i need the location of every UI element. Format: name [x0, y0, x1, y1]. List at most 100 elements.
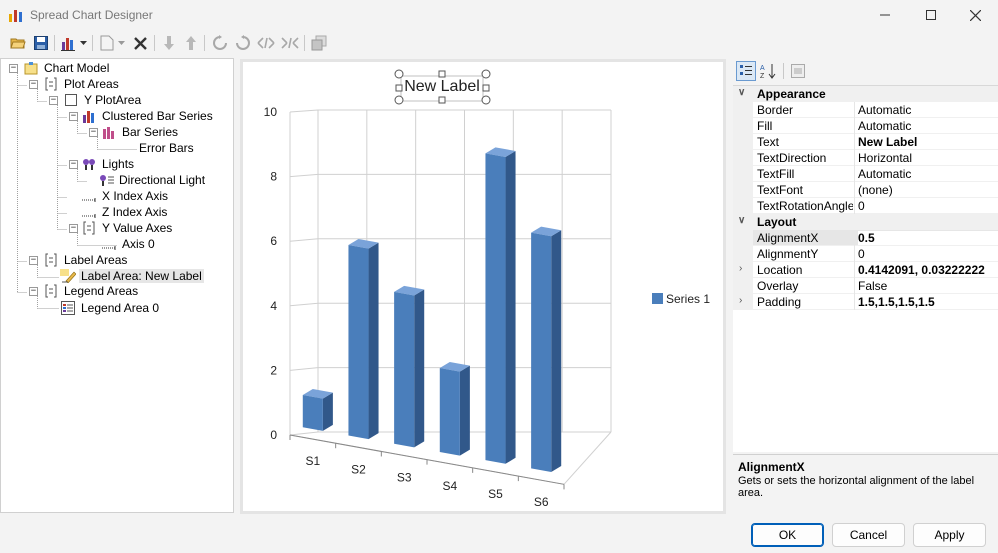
tree-item-directional-light[interactable]: Directional Light — [98, 172, 207, 188]
x-tick-label: S6 — [534, 495, 549, 509]
collection-icon — [43, 76, 59, 92]
y-tick-label: 6 — [270, 234, 277, 248]
resize-handle[interactable] — [481, 69, 491, 79]
resize-handle[interactable] — [394, 95, 404, 105]
categorized-icon[interactable] — [736, 61, 756, 81]
window-title: Spread Chart Designer — [30, 8, 153, 22]
property-description: AlignmentX Gets or sets the horizontal a… — [733, 454, 998, 513]
minimize-button[interactable] — [862, 0, 908, 30]
tree-item-z-index-axis[interactable]: Z Index Axis — [81, 204, 169, 220]
open-folder-icon[interactable] — [9, 34, 27, 52]
minimize-icon — [880, 14, 890, 16]
add-item-dropdown-icon[interactable] — [116, 34, 126, 52]
chart-type-dropdown-icon[interactable] — [78, 34, 88, 52]
chevron-down-icon[interactable]: ∨ — [738, 87, 745, 98]
tree-item-chart-model[interactable]: Chart Model — [23, 60, 111, 76]
expand-toggle[interactable]: − — [9, 64, 18, 73]
chart-legend[interactable]: Series 1 — [652, 292, 710, 306]
property-pages-icon[interactable] — [788, 61, 808, 81]
tree-item-lights[interactable]: Lights — [81, 156, 136, 172]
description-text: Gets or sets the horizontal alignment of… — [738, 475, 975, 499]
description-title: AlignmentX — [738, 460, 805, 474]
chevron-down-icon[interactable]: ∨ — [738, 215, 745, 226]
chart-model-icon — [23, 60, 39, 76]
expand-toggle[interactable]: − — [29, 80, 38, 89]
tree-item-y-plotarea[interactable]: Y PlotArea — [63, 92, 143, 108]
rotate-right-icon[interactable] — [234, 34, 252, 52]
x-tick-label: S4 — [442, 479, 457, 493]
prop-row-text[interactable]: Text New Label — [733, 134, 998, 150]
chart-title[interactable]: New Label — [394, 69, 491, 105]
rotate-left-icon[interactable] — [211, 34, 229, 52]
prop-row-location[interactable]: › Location 0.4142091, 0.03222222 — [733, 262, 998, 278]
expand-toggle[interactable]: − — [29, 287, 38, 296]
ok-button[interactable]: OK — [751, 523, 824, 547]
collection-icon — [43, 252, 59, 268]
chart-title-text[interactable]: New Label — [404, 78, 480, 95]
tree-item-legend-areas[interactable]: Legend Areas — [43, 283, 140, 299]
close-icon — [969, 9, 981, 21]
expand-toggle[interactable]: − — [69, 224, 78, 233]
close-button[interactable] — [952, 0, 998, 30]
prop-row-overlay[interactable]: Overlay False — [733, 278, 998, 294]
resize-handle[interactable] — [395, 84, 403, 92]
tree-item-bar-series[interactable]: Bar Series — [101, 124, 180, 140]
tree-item-label-area-new-label[interactable]: Label Area: New Label — [60, 268, 204, 284]
add-item-icon[interactable] — [98, 34, 116, 52]
resize-handle[interactable] — [482, 84, 490, 92]
y-tick-label: 8 — [270, 170, 277, 184]
elevation-left-icon[interactable] — [257, 34, 275, 52]
prop-row-text-rotation-angle[interactable]: TextRotationAngle 0 — [733, 198, 998, 214]
chevron-right-icon[interactable]: › — [739, 263, 742, 274]
alphabetical-sort-icon[interactable]: AZ — [759, 61, 779, 81]
prop-row-border[interactable]: Border Automatic — [733, 102, 998, 118]
tree-item-plot-areas[interactable]: Plot Areas — [43, 76, 121, 92]
expand-toggle[interactable]: − — [69, 112, 78, 121]
legend-icon — [60, 300, 76, 316]
prop-row-text-font[interactable]: TextFont (none) — [733, 182, 998, 198]
maximize-button[interactable] — [908, 0, 954, 30]
delete-icon[interactable] — [131, 34, 149, 52]
tree-item-y-value-axes[interactable]: Y Value Axes — [81, 220, 174, 236]
axis-icon — [81, 188, 97, 204]
move-down-icon[interactable] — [160, 34, 178, 52]
tree-item-label-areas[interactable]: Label Areas — [43, 252, 129, 268]
expand-toggle[interactable]: − — [89, 128, 98, 137]
property-toolbar: AZ — [733, 58, 998, 84]
chart-preview-panel[interactable]: S1 S2 S3 S4 S5 S6 0 2 4 6 8 10 New Label Series 1 — [240, 59, 726, 514]
prop-row-text-direction[interactable]: TextDirection Horizontal — [733, 150, 998, 166]
chart-type-icon[interactable] — [60, 34, 78, 52]
resize-handle[interactable] — [438, 70, 446, 78]
prop-row-text-fill[interactable]: TextFill Automatic — [733, 166, 998, 182]
tree-item-clustered-bar-series[interactable]: Clustered Bar Series — [81, 108, 215, 124]
clone-icon[interactable] — [310, 34, 328, 52]
move-up-icon[interactable] — [182, 34, 200, 52]
prop-row-alignment-y[interactable]: AlignmentY 0 — [733, 246, 998, 262]
chart-app-icon — [9, 10, 22, 22]
cancel-button[interactable]: Cancel — [832, 523, 905, 547]
expand-toggle[interactable]: − — [49, 96, 58, 105]
tree-item-error-bars[interactable]: Error Bars — [137, 140, 196, 156]
category-appearance[interactable]: ∨ Appearance — [733, 86, 998, 102]
expand-toggle[interactable]: − — [69, 160, 78, 169]
resize-handle[interactable] — [394, 69, 404, 79]
prop-row-alignment-x[interactable]: AlignmentX 0.5 — [733, 230, 998, 246]
expand-toggle[interactable]: − — [29, 256, 38, 265]
resize-handle[interactable] — [438, 96, 446, 104]
axis-icon — [101, 236, 117, 252]
tree-item-legend-area-0[interactable]: Legend Area 0 — [60, 300, 161, 316]
save-icon[interactable] — [32, 34, 50, 52]
y-tick-label: 2 — [270, 363, 277, 377]
bar — [394, 285, 425, 448]
prop-row-padding[interactable]: › Padding 1.5,1.5,1.5,1.5 — [733, 294, 998, 310]
tree-item-x-index-axis[interactable]: X Index Axis — [81, 188, 170, 204]
chart-bars — [302, 147, 562, 473]
category-layout[interactable]: ∨ Layout — [733, 214, 998, 230]
apply-button[interactable]: Apply — [913, 523, 986, 547]
chevron-right-icon[interactable]: › — [739, 295, 742, 306]
tree-item-axis-0[interactable]: Axis 0 — [101, 236, 157, 252]
resize-handle[interactable] — [481, 95, 491, 105]
elevation-right-icon[interactable] — [281, 34, 299, 52]
bar-chart[interactable]: S1 S2 S3 S4 S5 S6 0 2 4 6 8 10 New Label Series 1 — [243, 62, 723, 511]
prop-row-fill[interactable]: Fill Automatic — [733, 118, 998, 134]
